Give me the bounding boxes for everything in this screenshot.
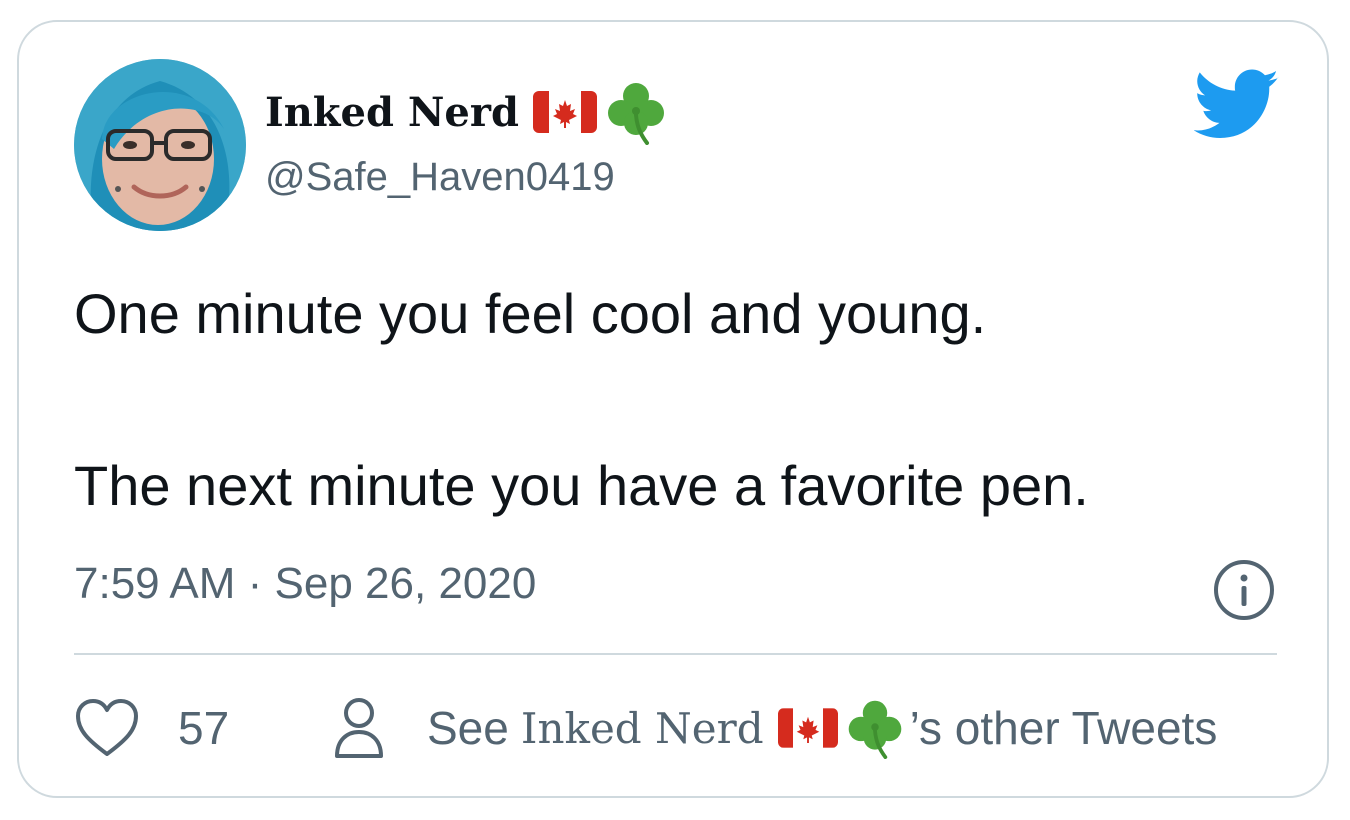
author-name-row[interactable]: Inked Nerd: [265, 79, 669, 145]
tweet-text-line-2: The next minute you have a favorite pen.: [74, 454, 1089, 517]
author-handle[interactable]: @Safe_Haven0419: [265, 155, 615, 200]
heart-icon[interactable]: [74, 698, 140, 758]
tweet-text: One minute you feel cool and young. The …: [74, 282, 1274, 518]
tweet-timestamp[interactable]: 7:59 AM · Sep 26, 2020: [74, 559, 536, 609]
other-tweets-author-name: Inked Nerd: [520, 703, 764, 753]
shamrock-icon: [844, 697, 906, 759]
twitter-bird-icon[interactable]: [1193, 69, 1280, 141]
tweet-card[interactable]: Inked Nerd @Safe_Haven0419 One minute yo…: [17, 20, 1329, 798]
avatar[interactable]: [74, 59, 246, 231]
other-tweets-suffix: ’s other Tweets: [909, 702, 1218, 754]
other-tweets-link[interactable]: See Inked Nerd ’s other Tweets: [331, 692, 1217, 764]
person-icon: [335, 698, 383, 758]
like-count: 57: [178, 702, 230, 754]
shamrock-icon: [603, 79, 669, 145]
other-tweets-prefix: See: [427, 702, 509, 754]
tweet-text-line-1: One minute you feel cool and young.: [74, 282, 987, 345]
author-display-name[interactable]: Inked Nerd: [265, 89, 519, 136]
like-button[interactable]: 57: [74, 692, 229, 764]
tweet-actions: 57 See Inked Nerd ’s other Tweets: [74, 692, 1284, 764]
info-icon[interactable]: [1212, 558, 1276, 622]
canada-flag-icon: [777, 708, 838, 748]
canada-flag-icon: [532, 91, 597, 133]
divider: [74, 653, 1277, 655]
